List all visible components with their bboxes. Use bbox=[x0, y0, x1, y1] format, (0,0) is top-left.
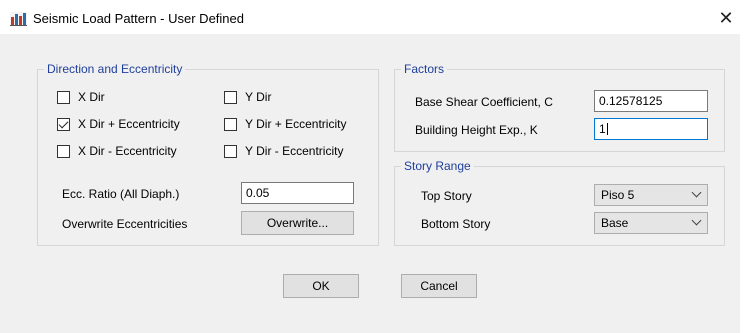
overwrite-button[interactable]: Overwrite... bbox=[241, 211, 354, 235]
text-caret bbox=[606, 123, 608, 135]
height-exp-value: 1 bbox=[599, 122, 606, 136]
bottom-story-value: Base bbox=[601, 216, 629, 230]
ecc-ratio-input[interactable]: 0.05 bbox=[241, 182, 354, 204]
checkbox-box[interactable] bbox=[224, 144, 237, 158]
factors-group: Factors Base Shear Coefficient, C 0.1257… bbox=[394, 62, 725, 152]
chevron-down-icon bbox=[691, 187, 702, 198]
dialog-body: Direction and Eccentricity X Dir Y Dir X… bbox=[0, 34, 747, 333]
checkbox-box[interactable] bbox=[57, 117, 70, 131]
title-bar: Seismic Load Pattern - User Defined ✕ bbox=[0, 0, 747, 34]
checkbox-label: X Dir + Eccentricity bbox=[78, 117, 180, 131]
top-story-value: Piso 5 bbox=[601, 188, 635, 202]
y-dir-plus-ecc-checkbox[interactable]: Y Dir + Eccentricity bbox=[224, 117, 346, 131]
window-edge bbox=[740, 34, 747, 333]
checkbox-box[interactable] bbox=[57, 90, 70, 104]
top-story-select[interactable]: Piso 5 bbox=[594, 184, 708, 206]
base-shear-label: Base Shear Coefficient, C bbox=[415, 95, 553, 109]
ecc-ratio-label: Ecc. Ratio (All Diaph.) bbox=[62, 187, 180, 201]
x-dir-plus-ecc-checkbox[interactable]: X Dir + Eccentricity bbox=[57, 117, 180, 131]
checkbox-label: Y Dir bbox=[245, 90, 272, 104]
direction-eccentricity-group: Direction and Eccentricity X Dir Y Dir X… bbox=[37, 62, 379, 246]
checkbox-label: X Dir bbox=[78, 90, 105, 104]
close-button[interactable]: ✕ bbox=[710, 4, 742, 32]
ok-button[interactable]: OK bbox=[283, 274, 359, 298]
height-exp-input[interactable]: 1 bbox=[594, 118, 708, 140]
x-dir-minus-ecc-checkbox[interactable]: X Dir - Eccentricity bbox=[57, 144, 177, 158]
bottom-story-label: Bottom Story bbox=[421, 217, 491, 231]
checkbox-label: Y Dir + Eccentricity bbox=[245, 117, 347, 131]
top-story-label: Top Story bbox=[421, 189, 472, 203]
base-shear-input[interactable]: 0.12578125 bbox=[594, 90, 708, 112]
bottom-story-select[interactable]: Base bbox=[594, 212, 708, 234]
y-dir-checkbox[interactable]: Y Dir bbox=[224, 90, 271, 104]
close-icon: ✕ bbox=[718, 8, 734, 28]
group-title-factors: Factors bbox=[401, 62, 448, 76]
height-exp-label: Building Height Exp., K bbox=[415, 123, 538, 137]
cancel-button[interactable]: Cancel bbox=[401, 274, 477, 298]
y-dir-minus-ecc-checkbox[interactable]: Y Dir - Eccentricity bbox=[224, 144, 343, 158]
overwrite-eccentricities-label: Overwrite Eccentricities bbox=[62, 217, 188, 231]
app-grid-icon bbox=[10, 12, 27, 26]
x-dir-checkbox[interactable]: X Dir bbox=[57, 90, 105, 104]
checkbox-label: Y Dir - Eccentricity bbox=[245, 144, 344, 158]
chevron-down-icon bbox=[691, 215, 702, 226]
checkbox-box[interactable] bbox=[224, 117, 237, 131]
group-title-story-range: Story Range bbox=[401, 159, 474, 173]
checkbox-label: X Dir - Eccentricity bbox=[78, 144, 177, 158]
checkbox-box[interactable] bbox=[57, 144, 70, 158]
story-range-group: Story Range Top Story Piso 5 Bottom Stor… bbox=[394, 159, 725, 246]
group-title-direction: Direction and Eccentricity bbox=[44, 62, 186, 76]
checkbox-box[interactable] bbox=[224, 90, 237, 104]
window-title: Seismic Load Pattern - User Defined bbox=[33, 11, 244, 26]
